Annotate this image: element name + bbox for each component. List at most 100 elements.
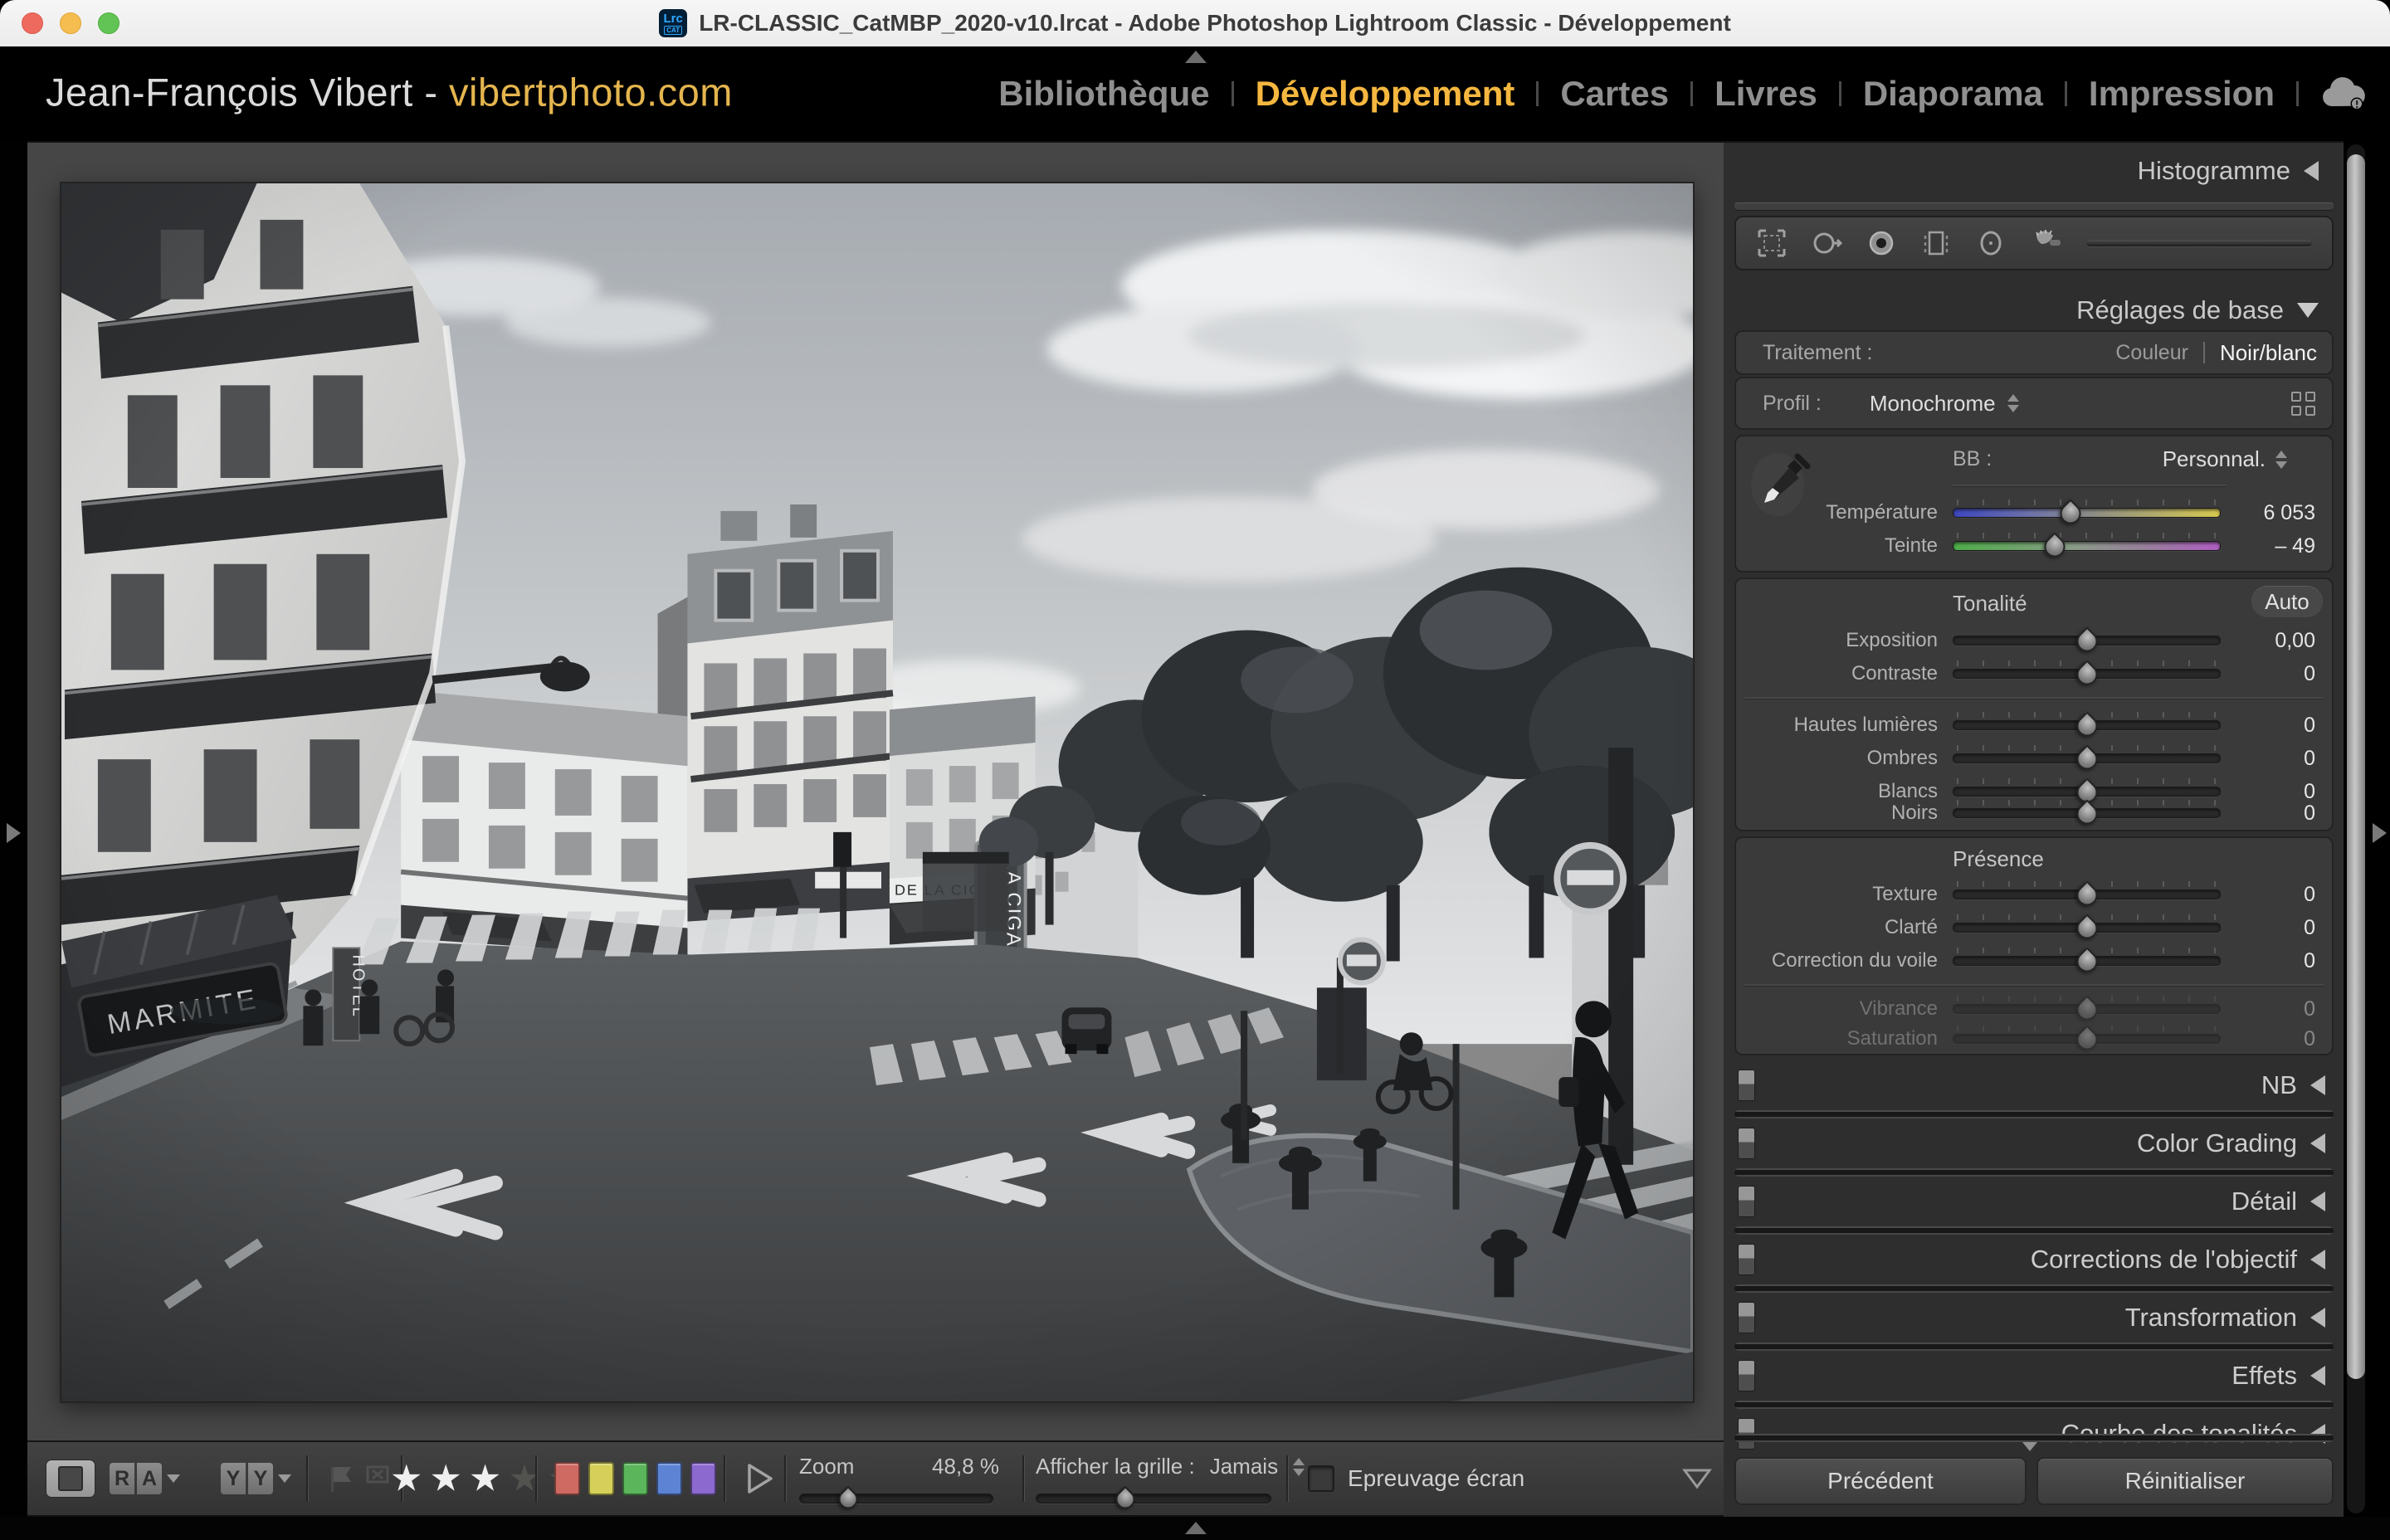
right-panel-collapse-arrow-icon[interactable]: [2373, 823, 2387, 843]
exposure-track[interactable]: [1953, 636, 2221, 646]
panel-effects[interactable]: Effets: [1734, 1356, 2334, 1396]
transform-toggle[interactable]: [1738, 1302, 1755, 1333]
blacks-track[interactable]: [1953, 808, 2221, 818]
panel-footer-caret-icon[interactable]: [2022, 1442, 2037, 1451]
texture-knob[interactable]: [2072, 880, 2101, 909]
compare-view-button[interactable]: R A: [110, 1463, 180, 1494]
clarity-knob[interactable]: [2072, 914, 2101, 943]
sync-cloud-icon[interactable]: [2320, 76, 2368, 111]
panel-color-grading[interactable]: Color Grading: [1734, 1123, 2334, 1163]
histogram-panel-header[interactable]: Histogramme: [2138, 156, 2319, 186]
photo-canvas[interactable]: DE LA CIGALE LA CIGALE: [60, 182, 1695, 1403]
clarity-value[interactable]: 0: [2221, 916, 2332, 940]
color-label-blue[interactable]: [656, 1462, 682, 1495]
flag-reject-icon[interactable]: [361, 1462, 393, 1495]
loupe-view-button[interactable]: [46, 1460, 95, 1498]
grid-size-slider[interactable]: [1036, 1494, 1271, 1503]
exposure-value[interactable]: 0,00: [2221, 629, 2332, 653]
contrast-track[interactable]: [1953, 669, 2221, 679]
radial-filter-tool-icon[interactable]: [1973, 226, 2008, 261]
module-bibliotheque[interactable]: Bibliothèque: [998, 74, 1209, 114]
survey-dropdown-icon[interactable]: [278, 1474, 291, 1483]
star-1-icon[interactable]: ★: [390, 1459, 429, 1499]
color-label-yellow[interactable]: [588, 1462, 614, 1495]
panel-lens-corrections[interactable]: Corrections de l'objectif: [1734, 1240, 2334, 1279]
exposure-knob[interactable]: [2072, 626, 2101, 655]
adjustment-brush-tool-icon[interactable]: [2028, 226, 2063, 261]
color-label-purple[interactable]: [690, 1462, 716, 1495]
shadows-value[interactable]: 0: [2221, 747, 2332, 771]
slideshow-play-icon[interactable]: [743, 1461, 776, 1496]
profile-browser-icon[interactable]: [2291, 392, 2315, 416]
basic-panel-header[interactable]: Réglages de base: [2076, 295, 2319, 325]
color-grading-toggle[interactable]: [1738, 1128, 1755, 1159]
treatment-color-option[interactable]: Couleur: [2115, 341, 2188, 365]
grid-dropdown-icon[interactable]: [1293, 1458, 1305, 1476]
dehaze-value[interactable]: 0: [2221, 949, 2332, 973]
module-livres[interactable]: Livres: [1714, 74, 1817, 114]
panel-scrollbar-thumb[interactable]: [2347, 154, 2365, 1379]
panel-detail[interactable]: Détail: [1734, 1182, 2334, 1221]
color-label-green[interactable]: [622, 1462, 648, 1495]
tint-value[interactable]: – 49: [2221, 534, 2332, 558]
texture-track[interactable]: [1953, 889, 2221, 899]
left-panel-expand-arrow-icon[interactable]: [7, 823, 21, 843]
blacks-value[interactable]: 0: [2221, 802, 2332, 826]
contrast-value[interactable]: 0: [2221, 662, 2332, 686]
highlights-track[interactable]: [1953, 720, 2221, 730]
panel-transform[interactable]: Transformation: [1734, 1298, 2334, 1338]
panel-nb[interactable]: NB: [1734, 1065, 2334, 1105]
module-impression[interactable]: Impression: [2089, 74, 2275, 114]
star-2-icon[interactable]: ★: [429, 1459, 468, 1499]
detail-toggle[interactable]: [1738, 1186, 1755, 1217]
reset-button[interactable]: Réinitialiser: [2036, 1457, 2334, 1505]
profile-dropdown-icon[interactable]: [2007, 394, 2019, 412]
graduated-filter-tool-icon[interactable]: [1919, 226, 1953, 261]
whites-track[interactable]: [1953, 787, 2221, 797]
red-eye-tool-icon[interactable]: [1864, 226, 1899, 261]
crop-tool-icon[interactable]: [1754, 226, 1789, 261]
star-3-icon[interactable]: ★: [469, 1459, 508, 1499]
wb-dropdown-icon[interactable]: [2275, 451, 2287, 469]
temperature-value[interactable]: 6 053: [2221, 501, 2332, 525]
module-developpement[interactable]: Développement: [1256, 74, 1515, 114]
dehaze-knob[interactable]: [2072, 947, 2101, 976]
tint-knob[interactable]: [2040, 532, 2069, 561]
toolbar-options-icon[interactable]: [1682, 1468, 1712, 1489]
survey-view-button[interactable]: Y Y: [221, 1463, 291, 1494]
temperature-knob[interactable]: [2056, 499, 2085, 528]
treatment-bw-option[interactable]: Noir/blanc: [2220, 340, 2317, 366]
effects-toggle[interactable]: [1738, 1360, 1755, 1391]
highlights-value[interactable]: 0: [2221, 714, 2332, 738]
profile-value[interactable]: Monochrome: [1870, 391, 1996, 417]
spot-removal-tool-icon[interactable]: [1809, 226, 1844, 261]
temperature-track[interactable]: [1953, 508, 2221, 518]
zoom-window-button[interactable]: [98, 12, 120, 34]
dehaze-track[interactable]: [1953, 956, 2221, 966]
compare-dropdown-icon[interactable]: [167, 1474, 180, 1483]
module-cartes[interactable]: Cartes: [1560, 74, 1669, 114]
wb-value[interactable]: Personnal.: [2163, 446, 2266, 472]
module-diaporama[interactable]: Diaporama: [1863, 74, 2043, 114]
minimize-window-button[interactable]: [60, 12, 81, 34]
star-4-icon[interactable]: ★: [508, 1459, 547, 1499]
tint-track[interactable]: [1953, 541, 2221, 551]
auto-button[interactable]: Auto: [2251, 586, 2323, 617]
texture-value[interactable]: 0: [2221, 883, 2332, 907]
panel-scrollbar[interactable]: [2347, 144, 2365, 1513]
shadows-knob[interactable]: [2072, 744, 2101, 773]
contrast-knob[interactable]: [2072, 660, 2101, 689]
nb-toggle[interactable]: [1738, 1070, 1755, 1101]
close-window-button[interactable]: [22, 12, 43, 34]
zoom-slider-knob[interactable]: [835, 1486, 862, 1513]
clarity-track[interactable]: [1953, 923, 2221, 933]
lens-corrections-toggle[interactable]: [1738, 1244, 1755, 1275]
blacks-knob[interactable]: [2072, 799, 2101, 828]
bottom-panel-expand-arrow-icon[interactable]: [1185, 1522, 1207, 1534]
shadows-track[interactable]: [1953, 753, 2221, 763]
zoom-slider[interactable]: [799, 1494, 993, 1503]
highlights-knob[interactable]: [2072, 711, 2101, 740]
color-label-red[interactable]: [554, 1462, 580, 1495]
flag-pick-icon[interactable]: [324, 1462, 356, 1495]
grid-value[interactable]: Jamais: [1210, 1454, 1278, 1479]
